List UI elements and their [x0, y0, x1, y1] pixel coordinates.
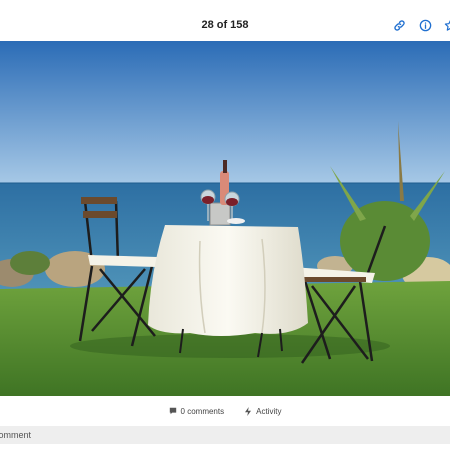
comments-count: 0 comments	[180, 406, 225, 416]
info-icon[interactable]	[417, 17, 433, 33]
star-icon[interactable]	[442, 17, 450, 33]
hotel-photo[interactable]	[0, 41, 450, 396]
photo-footer: 0 comments Activity	[0, 396, 450, 426]
bolt-icon	[245, 406, 252, 416]
comment-icon	[169, 407, 176, 415]
comments-button[interactable]: 0 comments	[169, 406, 225, 416]
photo-counter: 28 of 158	[201, 19, 249, 31]
activity-label: Activity	[256, 406, 282, 416]
comment-input[interactable]: Comment	[0, 426, 450, 444]
link-icon[interactable]	[391, 17, 407, 33]
viewer-header: 28 of 158	[0, 0, 450, 41]
photo-image	[0, 41, 450, 396]
comment-placeholder: Comment	[0, 430, 32, 440]
activity-button[interactable]: Activity	[244, 406, 282, 416]
